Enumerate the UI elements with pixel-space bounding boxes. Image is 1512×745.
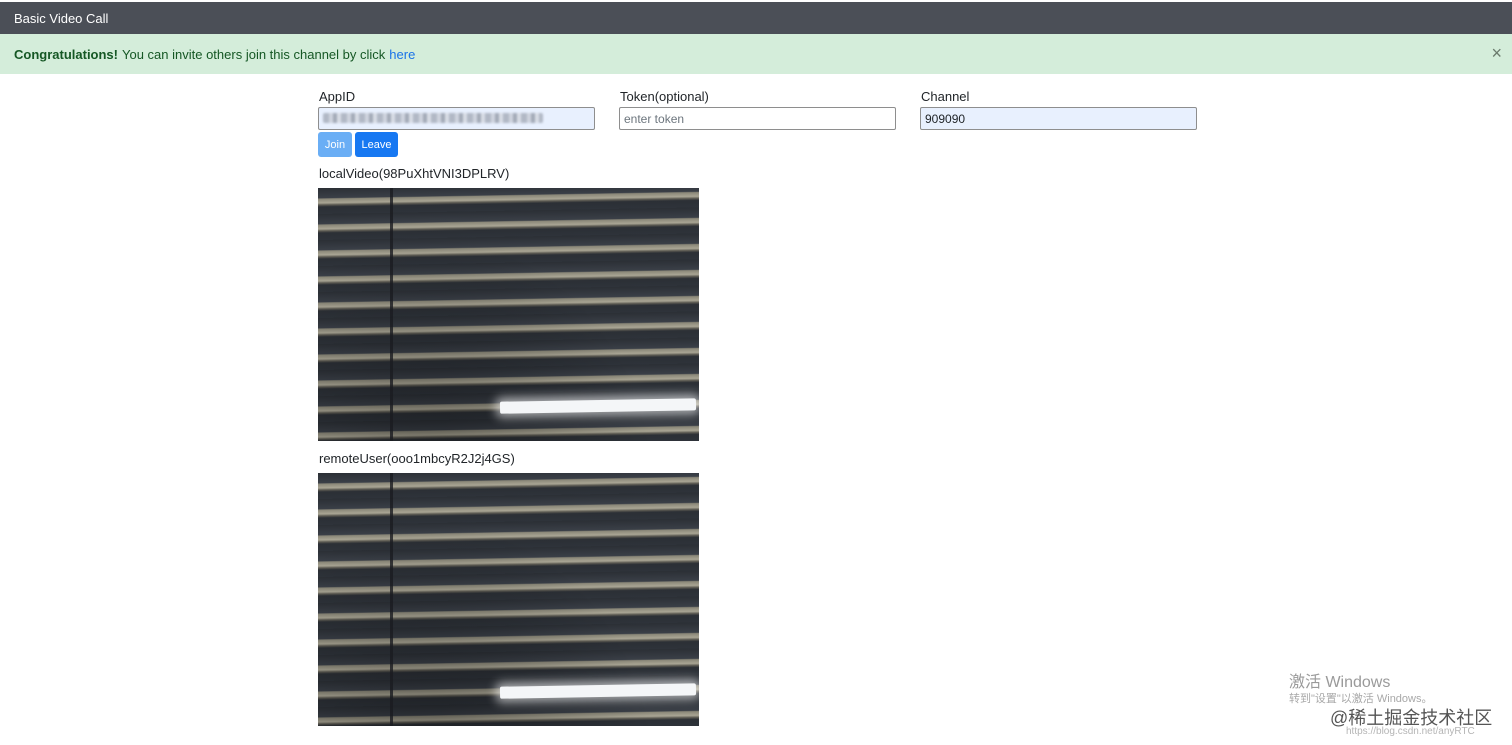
- navbar: Basic Video Call: [0, 2, 1512, 34]
- video-frame-bar: [390, 188, 393, 441]
- channel-input[interactable]: [920, 107, 1197, 130]
- video-light-strip: [499, 683, 697, 699]
- appid-input[interactable]: [318, 107, 595, 130]
- close-icon[interactable]: ×: [1491, 43, 1502, 63]
- success-alert: Congratulations! You can invite others j…: [0, 34, 1512, 74]
- video-frame-bar: [390, 473, 393, 726]
- alert-message: You can invite others join this channel …: [122, 46, 386, 62]
- token-label: Token(optional): [620, 89, 709, 104]
- alert-strong: Congratulations!: [14, 46, 118, 62]
- navbar-title: Basic Video Call: [14, 10, 109, 26]
- local-video-label: localVideo(98PuXhtVNI3DPLRV): [319, 166, 510, 181]
- url-watermark: https://blog.csdn.net/anyRTC: [1346, 726, 1475, 737]
- remote-video-label: remoteUser(ooo1mbcyR2J2j4GS): [319, 451, 515, 466]
- windows-activation-title: 激活 Windows: [1289, 674, 1391, 691]
- leave-button[interactable]: Leave: [355, 132, 398, 157]
- local-video: [318, 188, 699, 441]
- token-input[interactable]: [619, 107, 896, 130]
- appid-label: AppID: [319, 89, 356, 104]
- join-button[interactable]: Join: [318, 132, 352, 157]
- invite-link[interactable]: here: [389, 47, 415, 62]
- channel-label: Channel: [921, 89, 970, 104]
- remote-video: [318, 473, 699, 726]
- video-light-strip: [499, 398, 697, 414]
